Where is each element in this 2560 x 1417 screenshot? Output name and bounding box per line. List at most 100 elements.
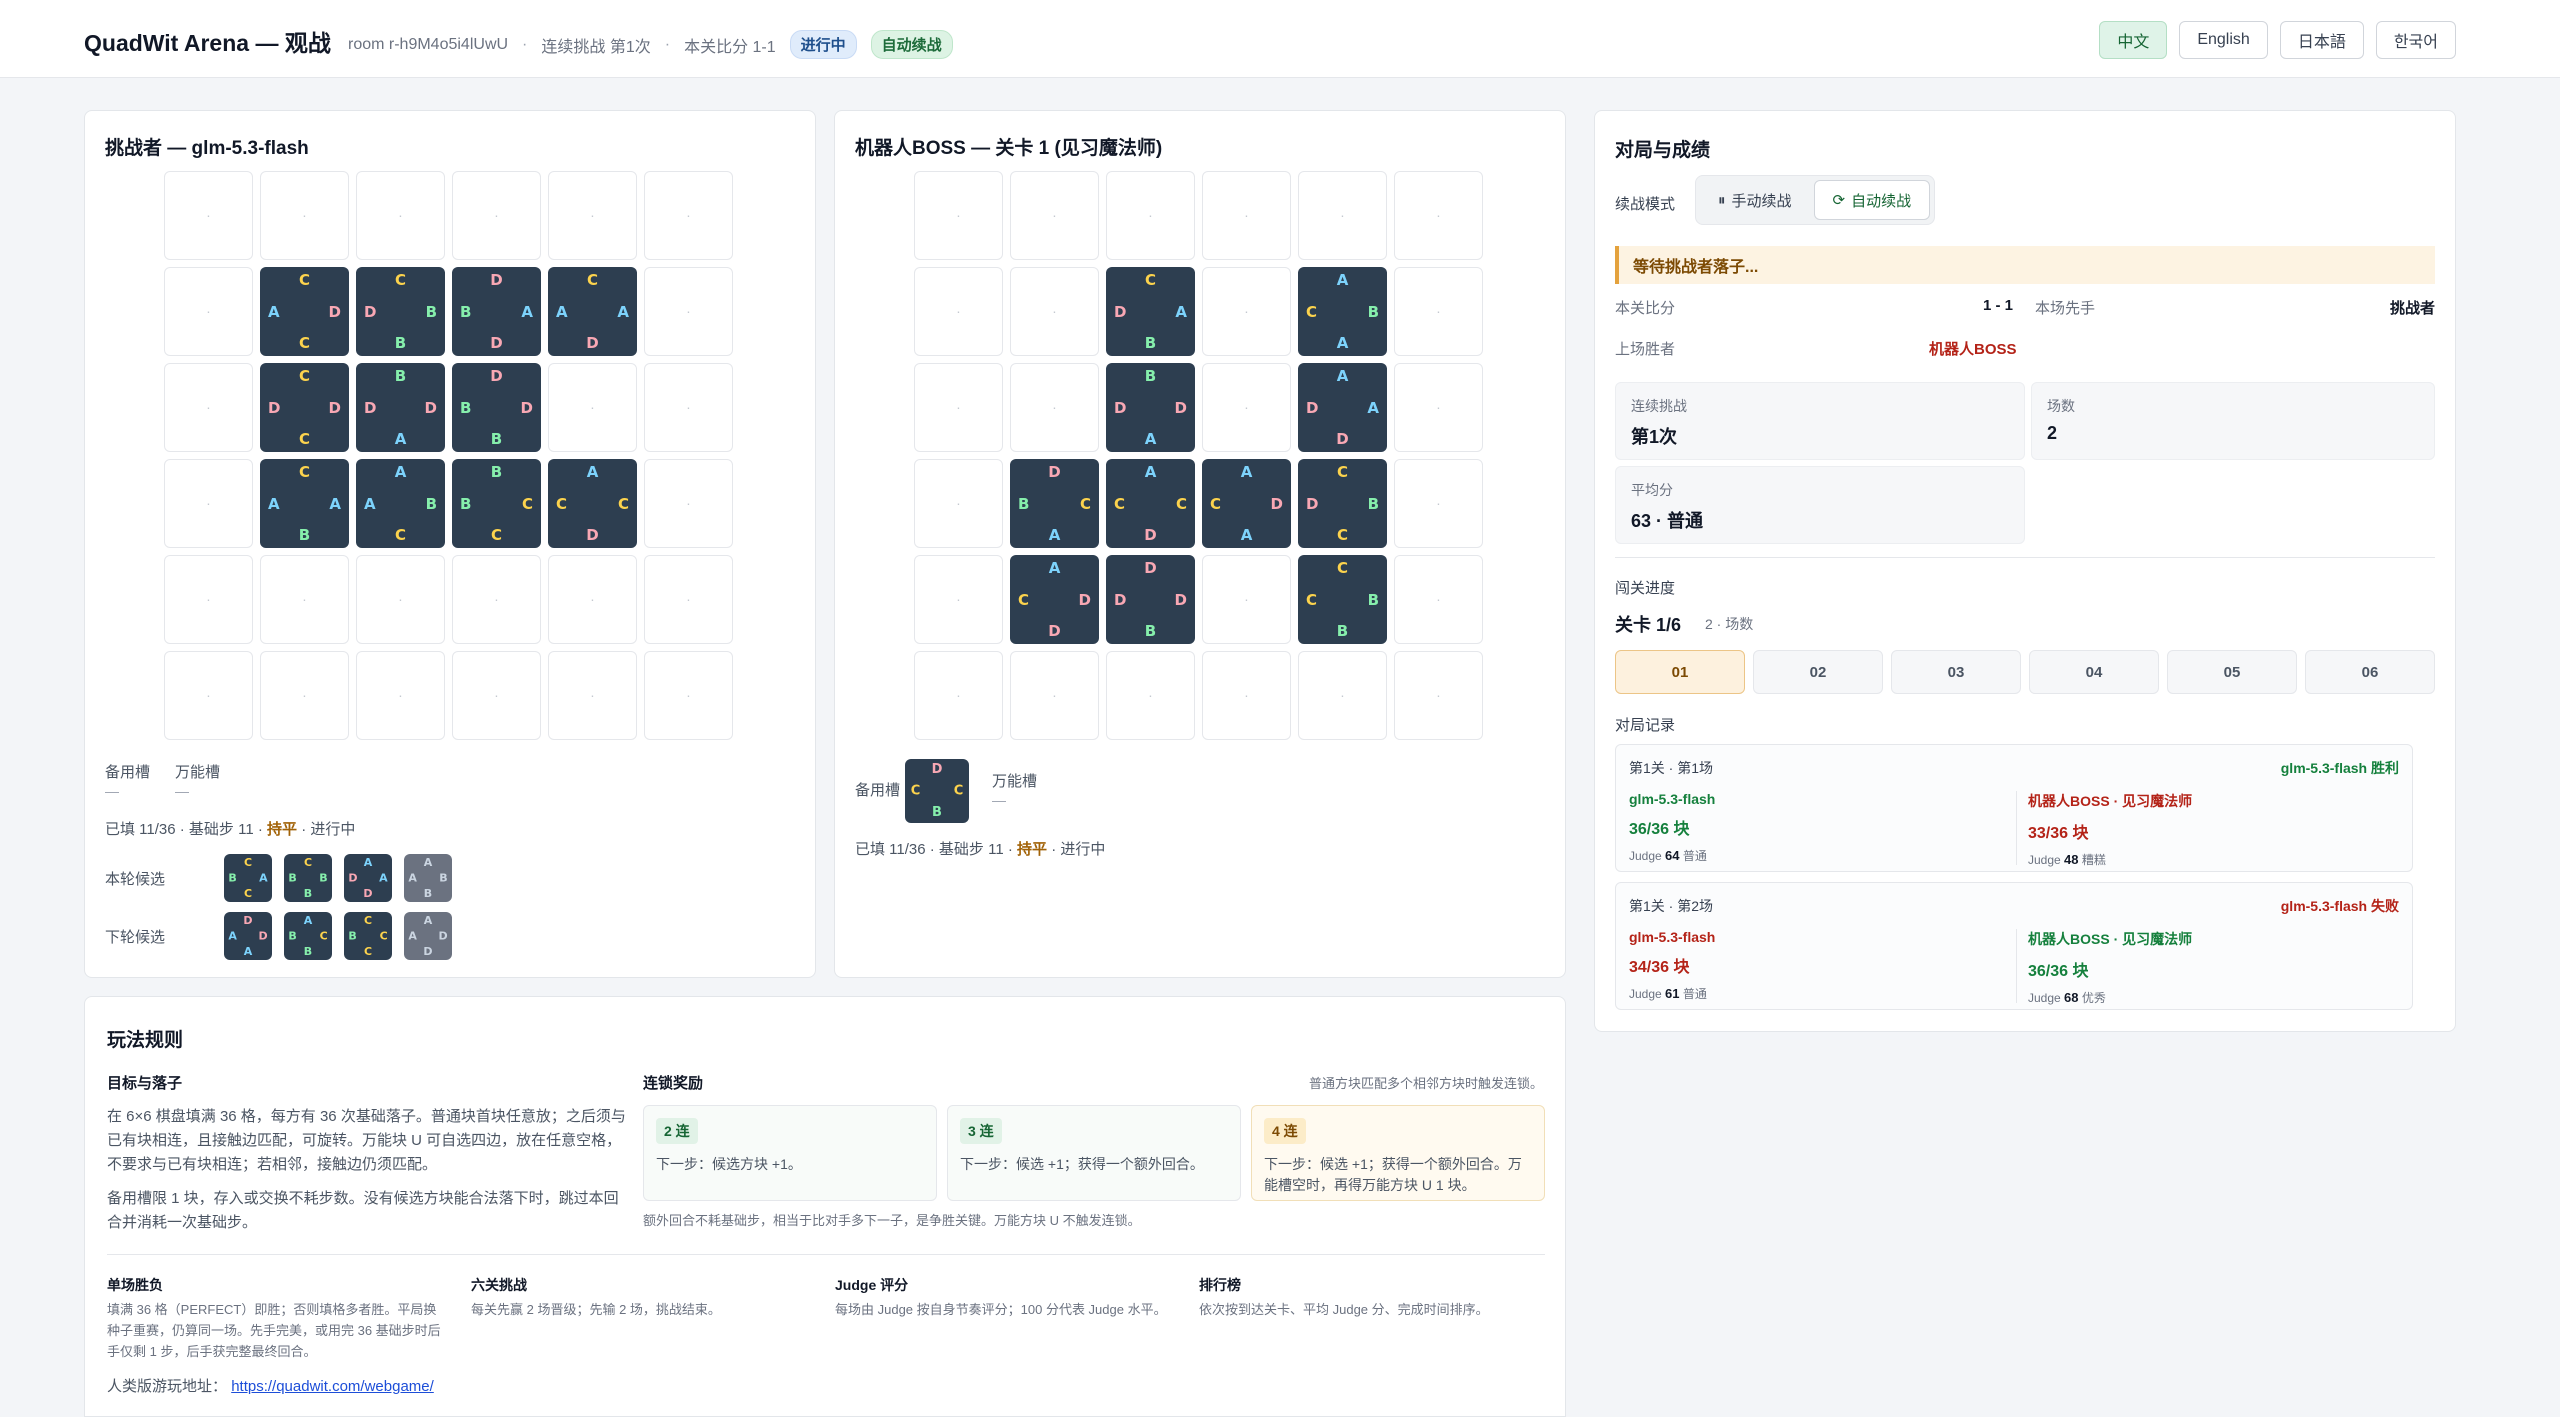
candidate-tile[interactable]: CACB [224, 854, 272, 902]
board-cell-empty[interactable] [644, 267, 733, 356]
tile-edge-left: B [460, 398, 472, 417]
rules-title: 玩法规则 [107, 1030, 184, 1051]
board-cell-empty[interactable] [164, 459, 253, 548]
board-cell-empty[interactable] [1202, 363, 1291, 452]
board-cell-empty[interactable] [548, 651, 637, 740]
tile-edge-bottom: C [1336, 525, 1349, 544]
candidate-tile[interactable]: ABBA [404, 854, 452, 902]
board-cell-empty[interactable] [164, 651, 253, 740]
tile-edge-right: D [1270, 494, 1283, 513]
tile-edge-top: C [394, 271, 407, 290]
lang-ja-button[interactable]: 日本語 [2279, 21, 2364, 59]
language-switcher: 中文 English 日本語 한국어 [2099, 21, 2456, 59]
board-cell-empty[interactable] [164, 171, 253, 260]
quad-tile: CDCD [260, 363, 349, 452]
board-cell-empty[interactable] [914, 459, 1003, 548]
tile-edge-top: A [586, 463, 599, 482]
board-cell-empty[interactable] [914, 267, 1003, 356]
board-cell-empty[interactable] [914, 651, 1003, 740]
board-cell-empty[interactable] [1298, 171, 1387, 260]
human-version-link[interactable]: https://quadwit.com/webgame/ [231, 1378, 434, 1395]
quad-tile: CBBB [284, 854, 332, 902]
board-cell-empty[interactable] [914, 363, 1003, 452]
manual-mode-button[interactable]: ⏸ 手动续战 [1700, 180, 1810, 220]
board-cell-empty[interactable] [164, 555, 253, 644]
board-cell-empty[interactable] [1010, 171, 1099, 260]
this-round-label: 本轮候选 [105, 871, 166, 888]
stat-value: 2 [2047, 423, 2058, 443]
candidate-tile[interactable]: ACBB [284, 912, 332, 960]
lang-ko-button[interactable]: 한국어 [2375, 21, 2456, 59]
board-cell-empty[interactable] [548, 171, 637, 260]
board-cell-empty[interactable] [914, 555, 1003, 644]
board-cell-empty[interactable] [644, 555, 733, 644]
board-cell-empty[interactable] [1394, 555, 1483, 644]
board-cell-empty[interactable] [1394, 171, 1483, 260]
board-cell-empty[interactable] [1106, 171, 1195, 260]
board-cell-empty[interactable] [452, 555, 541, 644]
board-cell-empty[interactable] [452, 171, 541, 260]
board-cell-empty[interactable] [644, 171, 733, 260]
stat-label: 平均分 [1631, 482, 1673, 498]
board-cell-empty[interactable] [164, 267, 253, 356]
board-cell-filled: BDAD [1106, 363, 1195, 452]
board-cell-empty[interactable] [356, 555, 445, 644]
board-cell-empty[interactable] [1010, 267, 1099, 356]
board-cell-empty[interactable] [260, 651, 349, 740]
board-cell-empty[interactable] [1202, 555, 1291, 644]
quad-tile: ADAC [1202, 459, 1291, 548]
auto-mode-button[interactable]: ⟳ 自动续战 [1813, 180, 1931, 220]
board-cell-empty[interactable] [260, 171, 349, 260]
candidate-tile[interactable]: AADD [344, 854, 392, 902]
candidate-tile[interactable]: CCCB [344, 912, 392, 960]
candidate-tile[interactable]: CBBB [284, 854, 332, 902]
board-cell-empty[interactable] [1010, 651, 1099, 740]
board-cell-empty[interactable] [644, 651, 733, 740]
board-cell-empty[interactable] [1394, 363, 1483, 452]
board-cell-empty[interactable] [548, 363, 637, 452]
tile-edge-top: C [1336, 463, 1349, 482]
board-cell-empty[interactable] [1202, 267, 1291, 356]
judge-value: 48 [2064, 852, 2079, 867]
board-cell-empty[interactable] [1298, 651, 1387, 740]
board-cell-empty[interactable] [260, 555, 349, 644]
board-cell-empty[interactable] [644, 363, 733, 452]
judge-value: 64 [1665, 848, 1680, 863]
first-mover-value: 挑战者 [2389, 300, 2435, 317]
quad-tile: CBCD [1298, 459, 1387, 548]
board-cell-empty[interactable] [1010, 363, 1099, 452]
tile-edge-top: B [394, 367, 407, 386]
tile-edge-bottom: C [298, 333, 311, 352]
board-cell-filled: ADDC [1010, 555, 1099, 644]
mode-toggle: ⏸ 手动续战 ⟳ 自动续战 [1695, 175, 1936, 225]
board-cell-empty[interactable] [164, 363, 253, 452]
board-cell-filled: ACDC [1106, 459, 1195, 548]
board-cell-empty[interactable] [1106, 651, 1195, 740]
candidate-tile[interactable]: DDAA [224, 912, 272, 960]
board-cell-empty[interactable] [1202, 171, 1291, 260]
board-cell-empty[interactable] [1202, 651, 1291, 740]
quad-tile: CACB [224, 854, 272, 902]
board-cell-empty[interactable] [452, 651, 541, 740]
tile-edge-bottom: B [303, 886, 313, 900]
board-cell-empty[interactable] [548, 555, 637, 644]
candidate-tile[interactable]: ADDA [404, 912, 452, 960]
board-cell-empty[interactable] [1394, 651, 1483, 740]
separator: · [522, 35, 528, 53]
lang-zh-button[interactable]: 中文 [2099, 21, 2168, 59]
board-cell-filled: CABA [260, 459, 349, 548]
record-player-left: glm-5.3-flash 34/36 块 Judge 61 普通 [1629, 929, 1715, 1002]
board-cell-empty[interactable] [644, 459, 733, 548]
tile-edge-bottom: C [243, 886, 253, 900]
tile-edge-right: C [319, 929, 328, 943]
board-cell-empty[interactable] [1394, 459, 1483, 548]
lang-en-button[interactable]: English [2179, 21, 2268, 59]
board-cell-empty[interactable] [914, 171, 1003, 260]
board-cell-empty[interactable] [356, 651, 445, 740]
board-cell-filled: DDBD [1106, 555, 1195, 644]
board-cell-filled: CBBD [356, 267, 445, 356]
tile-edge-bottom: C [394, 525, 407, 544]
board-cell-empty[interactable] [356, 171, 445, 260]
board-cell-empty[interactable] [1394, 267, 1483, 356]
tile-edge-left: B [288, 929, 297, 943]
